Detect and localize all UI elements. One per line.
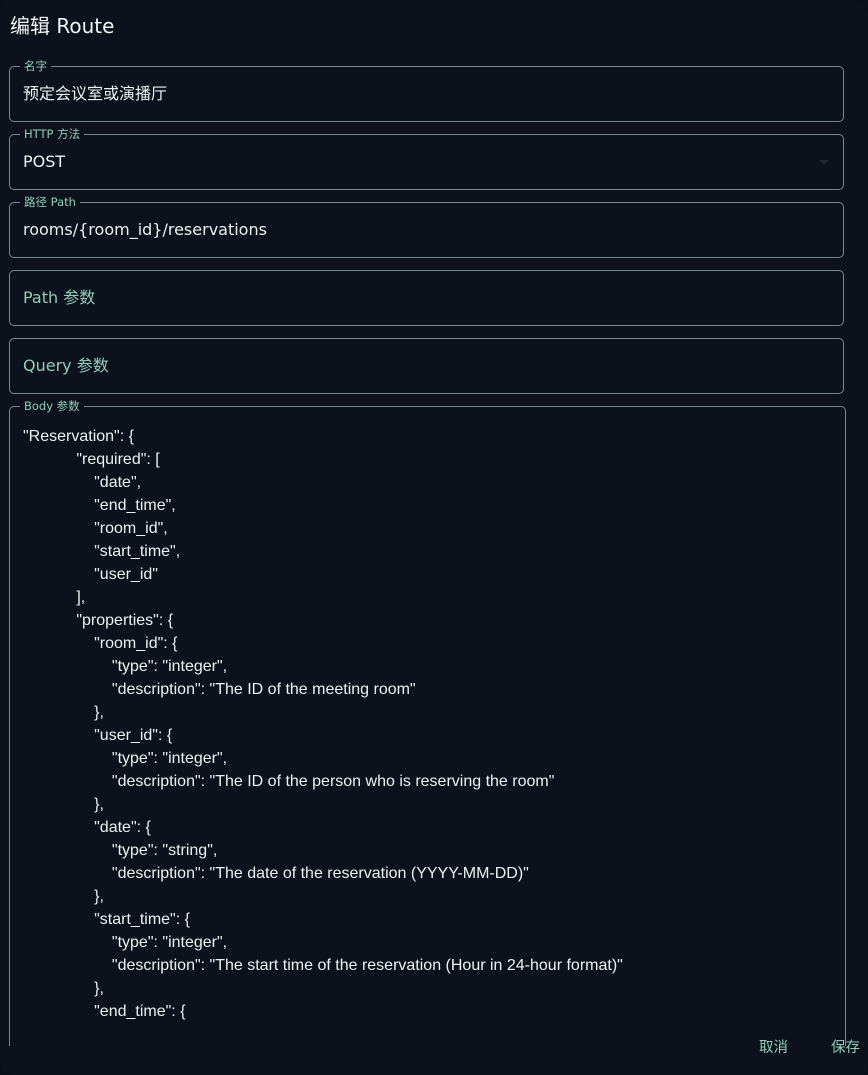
cancel-button[interactable]: 取消 [759, 1038, 788, 1058]
query-params-field[interactable]: Query 参数 [9, 338, 844, 394]
path-field[interactable]: 路径 Path rooms/{room_id}/reservations [9, 195, 844, 258]
body-params-textarea[interactable]: "Reservation": { "required": [ "date", "… [23, 425, 623, 1021]
dialog-title: 编辑 Route [10, 14, 115, 38]
chevron-down-icon[interactable] [819, 160, 829, 165]
save-button[interactable]: 保存 [831, 1038, 860, 1058]
body-params-field[interactable]: Body 参数 "Reservation": { "required": [ "… [9, 399, 846, 1046]
http-method-value[interactable]: POST [23, 152, 65, 172]
query-params-placeholder: Query 参数 [23, 356, 109, 375]
name-field-label: 名字 [20, 59, 51, 73]
name-field[interactable]: 名字 预定会议室或演播厅 [9, 59, 844, 122]
path-input[interactable]: rooms/{room_id}/reservations [23, 220, 267, 240]
body-params-scroll-area[interactable]: "Reservation": { "required": [ "date", "… [10, 407, 845, 1021]
path-params-field[interactable]: Path 参数 [9, 270, 844, 326]
path-field-label: 路径 Path [20, 195, 80, 209]
path-params-placeholder: Path 参数 [23, 288, 96, 307]
edit-route-dialog: 编辑 Route 名字 预定会议室或演播厅 HTTP 方法 POST 路径 Pa… [0, 0, 868, 1075]
http-method-select[interactable]: HTTP 方法 POST [9, 127, 844, 190]
name-input[interactable]: 预定会议室或演播厅 [23, 84, 167, 104]
http-method-label: HTTP 方法 [20, 127, 85, 141]
